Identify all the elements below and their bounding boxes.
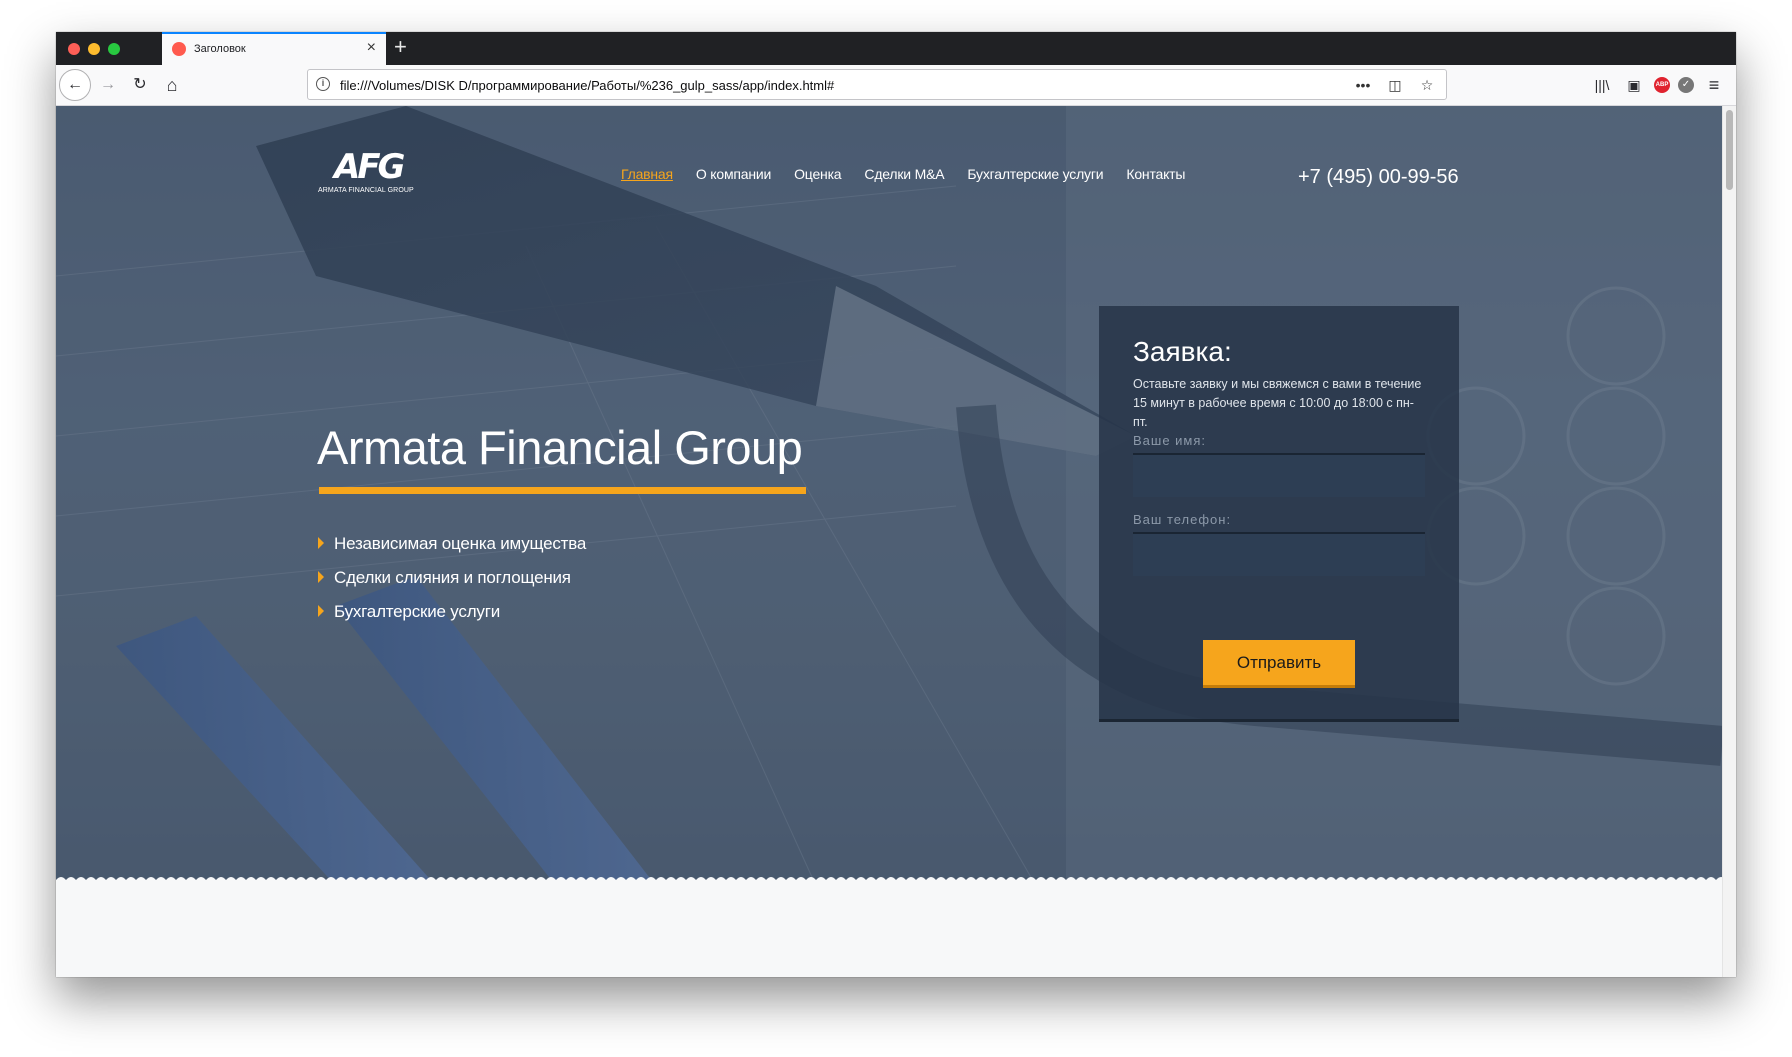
site-info-icon[interactable]: i <box>316 77 330 91</box>
phone-input[interactable] <box>1133 532 1425 576</box>
request-form: Заявка: Оставьте заявку и мы свяжемся с … <box>1099 306 1459 722</box>
name-label: Ваше имя: <box>1133 433 1207 448</box>
browser-tab[interactable]: Заголовок × <box>162 32 386 65</box>
url-text[interactable]: file:///Volumes/DISK D/программирование/… <box>340 78 834 93</box>
triangle-bullet-icon <box>318 605 324 617</box>
logo-subtitle: ARMATA FINANCIAL GROUP <box>318 187 414 194</box>
tab-bar: Заголовок × + <box>56 32 1736 65</box>
logo-mark: AFG <box>334 147 405 187</box>
browser-window: Заголовок × + ← → ↻ ⌂ i file:///Volumes/… <box>56 32 1736 977</box>
minimize-window-icon[interactable] <box>88 43 100 55</box>
submit-button[interactable]: Отправить <box>1203 640 1355 688</box>
phone-label: Ваш телефон: <box>1133 512 1232 527</box>
back-icon[interactable]: ← <box>59 69 91 101</box>
maximize-window-icon[interactable] <box>108 43 120 55</box>
tab-title: Заголовок <box>194 43 246 55</box>
nav-item-about[interactable]: О компании <box>696 166 771 182</box>
adblock-icon[interactable]: ABP <box>1654 77 1670 93</box>
pocket-icon[interactable]: ◫ <box>1384 74 1406 96</box>
nav-item-contacts[interactable]: Контакты <box>1126 166 1185 182</box>
form-description: Оставьте заявку и мы свяжемся с вами в т… <box>1133 377 1422 429</box>
address-bar[interactable]: i file:///Volumes/DISK D/программировани… <box>307 69 1447 100</box>
browser-toolbar: ← → ↻ ⌂ i file:///Volumes/DISK D/програм… <box>56 65 1736 106</box>
wave-divider <box>56 877 1722 886</box>
features-list: Независимая оценка имущества Сделки слия… <box>318 534 586 636</box>
scrollbar-thumb[interactable] <box>1726 110 1733 190</box>
page-viewport: AFG ARMATA FINANCIAL GROUP Главная О ком… <box>56 106 1722 977</box>
hero-section: AFG ARMATA FINANCIAL GROUP Главная О ком… <box>56 106 1722 886</box>
sidebar-icon[interactable]: ▣ <box>1622 71 1646 99</box>
favicon-icon <box>172 42 186 56</box>
bookmark-star-icon[interactable]: ☆ <box>1416 74 1438 96</box>
list-item: Бухгалтерские услуги <box>318 602 586 636</box>
feature-text: Сделки слияния и поглощения <box>334 568 571 587</box>
form-title: Заявка: <box>1133 336 1232 367</box>
library-icon[interactable]: |||\ <box>1590 71 1614 99</box>
feature-text: Независимая оценка имущества <box>334 534 587 553</box>
feature-text: Бухгалтерские услуги <box>334 602 501 621</box>
name-input[interactable] <box>1133 453 1425 497</box>
nav-item-home[interactable]: Главная <box>621 166 673 182</box>
reload-icon[interactable]: ↻ <box>126 71 154 99</box>
home-icon[interactable]: ⌂ <box>158 71 186 99</box>
menu-icon[interactable]: ≡ <box>1702 71 1726 99</box>
list-item: Сделки слияния и поглощения <box>318 568 586 602</box>
triangle-bullet-icon <box>318 571 324 583</box>
hero-overlay <box>56 106 1722 886</box>
nav-item-accounting[interactable]: Бухгалтерские услуги <box>967 166 1103 182</box>
nav-item-valuation[interactable]: Оценка <box>794 166 841 182</box>
list-item: Независимая оценка имущества <box>318 534 586 568</box>
page-scrollbar[interactable] <box>1722 106 1736 977</box>
forward-icon[interactable]: → <box>94 71 122 99</box>
title-underline <box>319 487 806 494</box>
page-actions-icon[interactable]: ••• <box>1352 74 1374 96</box>
hero-title: Armata Financial Group <box>317 421 803 474</box>
addon-icon[interactable]: ✓ <box>1678 77 1694 93</box>
triangle-bullet-icon <box>318 537 324 549</box>
header-phone[interactable]: +7 (495) 00-99-56 <box>1298 166 1459 189</box>
new-tab-icon[interactable]: + <box>394 35 407 59</box>
nav-item-ma-deals[interactable]: Сделки М&А <box>864 166 944 182</box>
tab-close-icon[interactable]: × <box>367 40 376 56</box>
main-nav: Главная О компании Оценка Сделки М&А Бух… <box>621 166 1185 182</box>
close-window-icon[interactable] <box>68 43 80 55</box>
site-logo[interactable]: AFG ARMATA FINANCIAL GROUP <box>318 150 428 202</box>
